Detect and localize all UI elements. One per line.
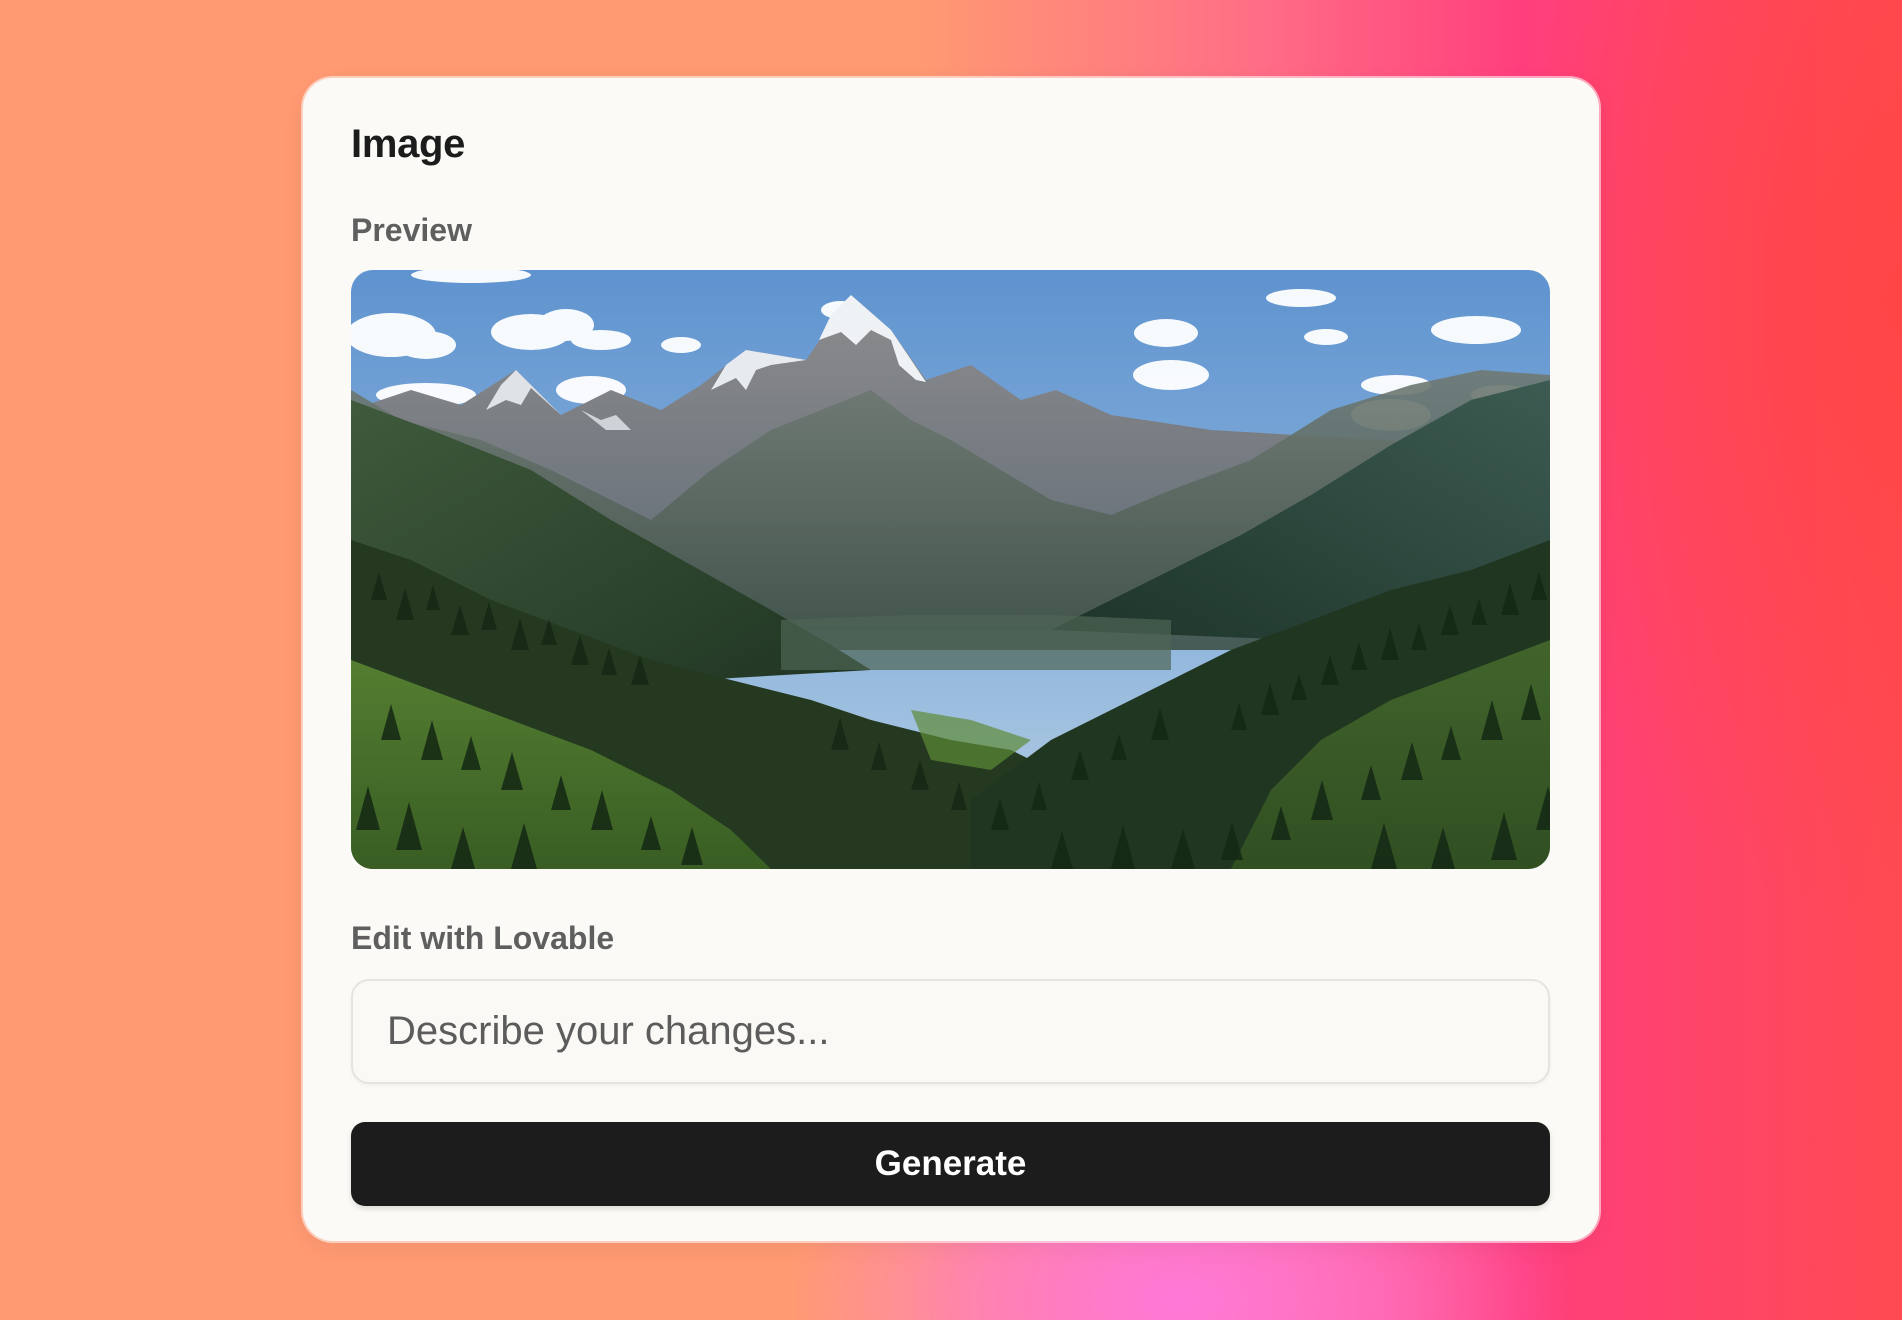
describe-changes-input[interactable] — [351, 979, 1550, 1084]
preview-image — [351, 270, 1550, 869]
card-title: Image — [351, 122, 466, 166]
edit-label: Edit with Lovable — [351, 920, 615, 956]
image-card: Image Preview Edit with Lovable Describe… — [303, 78, 1599, 1241]
generate-button[interactable]: Generate — [351, 1122, 1550, 1206]
preview-label: Preview — [351, 212, 472, 248]
